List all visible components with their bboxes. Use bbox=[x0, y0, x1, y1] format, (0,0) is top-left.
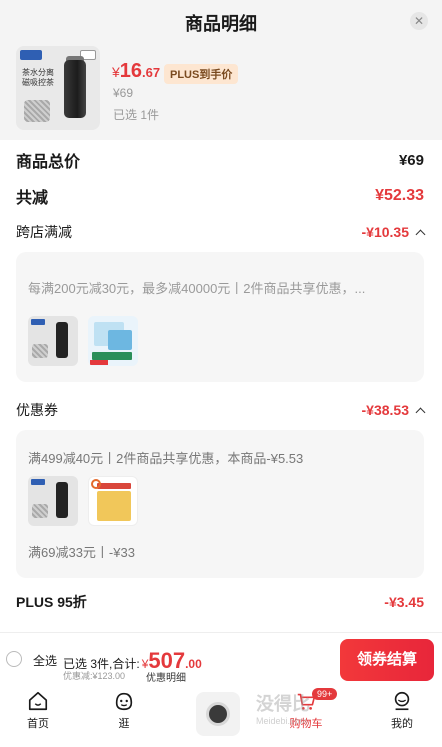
page-title: 商品明细 bbox=[185, 14, 257, 34]
bottom-tab-bar: 首页 逛 购物车 99+ 我的 bbox=[0, 686, 442, 747]
product-thumbnail[interactable] bbox=[28, 476, 78, 526]
browse-icon bbox=[115, 692, 133, 711]
chevron-up-icon[interactable] bbox=[415, 407, 426, 417]
home-icon bbox=[28, 691, 48, 711]
total-reduce-row: 共减 ¥52.33 bbox=[16, 187, 424, 207]
discount-detail-link[interactable]: 优惠明细 bbox=[146, 669, 186, 684]
product-image[interactable]: 茶水分离 磁吸控茶 bbox=[16, 46, 100, 130]
product-price: ¥ 16 .67 bbox=[112, 60, 161, 82]
price-detail-panel: 商品总价 ¥69 共减 ¥52.33 跨店满减 -¥10.35 每满200元减3… bbox=[0, 140, 442, 632]
tab-home[interactable]: 首页 bbox=[8, 686, 68, 747]
tab-profile[interactable]: 我的 bbox=[372, 686, 432, 747]
washer-product-icon[interactable] bbox=[196, 692, 240, 736]
close-icon[interactable]: ✕ bbox=[410, 12, 428, 30]
product-image-caption: 茶水分离 磁吸控茶 bbox=[22, 68, 54, 87]
cross-store-desc: 每满200元减30元，最多减40000元丨2件商品共享优惠，... bbox=[28, 281, 366, 296]
coupon-desc-2: 满69减33元丨-¥33 bbox=[28, 545, 135, 560]
product-thumbnail[interactable] bbox=[28, 316, 78, 366]
coupon-desc-1: 满499减40元丨2件商品共享优惠，本商品-¥5.53 bbox=[28, 451, 304, 466]
profile-icon bbox=[394, 691, 410, 711]
product-summary-area: 商品明细 ✕ 茶水分离 磁吸控茶 ¥ 16 .67 PLUS到手价 ¥69 已选… bbox=[0, 0, 442, 140]
chevron-up-icon[interactable] bbox=[415, 229, 426, 239]
coupon-card: 满499减40元丨2件商品共享优惠，本商品-¥5.53 满69减33元丨-¥33 bbox=[16, 430, 424, 578]
tab-browse[interactable]: 逛 bbox=[94, 686, 154, 747]
total-price-row: 商品总价 ¥69 bbox=[16, 151, 424, 172]
coupon-row[interactable]: 优惠券 -¥38.53 bbox=[16, 400, 426, 420]
product-thumbnail[interactable] bbox=[88, 316, 138, 366]
discount-amount: 优惠减:¥123.00 bbox=[63, 671, 126, 681]
cross-store-row[interactable]: 跨店满减 -¥10.35 bbox=[16, 222, 426, 242]
checkout-bar: 全选 已选 3件,合计: ¥ 507 .00 优惠减:¥123.00 优惠明细 … bbox=[0, 632, 442, 686]
cart-count-badge: 99+ bbox=[312, 688, 338, 700]
product-thumbnail[interactable] bbox=[88, 476, 138, 526]
select-all-radio[interactable] bbox=[6, 651, 22, 667]
cross-store-card: 每满200元减30元，最多减40000元丨2件商品共享优惠，... bbox=[16, 252, 424, 382]
selected-count: 已选 1件 bbox=[113, 108, 160, 122]
original-price: ¥69 bbox=[113, 86, 134, 100]
watermark: 没得比 bbox=[256, 694, 310, 715]
plus-discount-row: PLUS 95折 -¥3.45 bbox=[16, 594, 424, 610]
checkout-button[interactable]: 领券结算 bbox=[340, 639, 434, 681]
plus-price-badge: PLUS到手价 bbox=[164, 64, 239, 84]
select-all-label[interactable]: 全选 bbox=[33, 652, 57, 669]
watermark-sub: Meidebi.com bbox=[256, 716, 308, 726]
